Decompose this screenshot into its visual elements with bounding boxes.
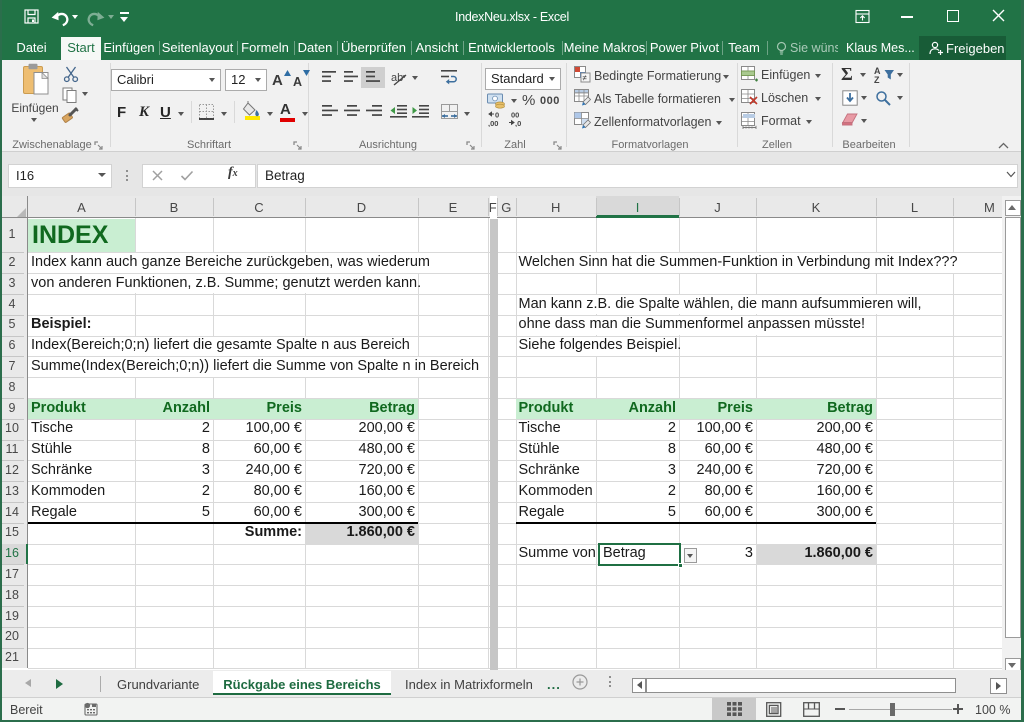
svg-text:≠: ≠	[583, 74, 588, 83]
svg-text:,0: ,0	[515, 119, 521, 127]
svg-text:,00: ,00	[488, 119, 498, 127]
svg-text:Z: Z	[874, 75, 880, 83]
